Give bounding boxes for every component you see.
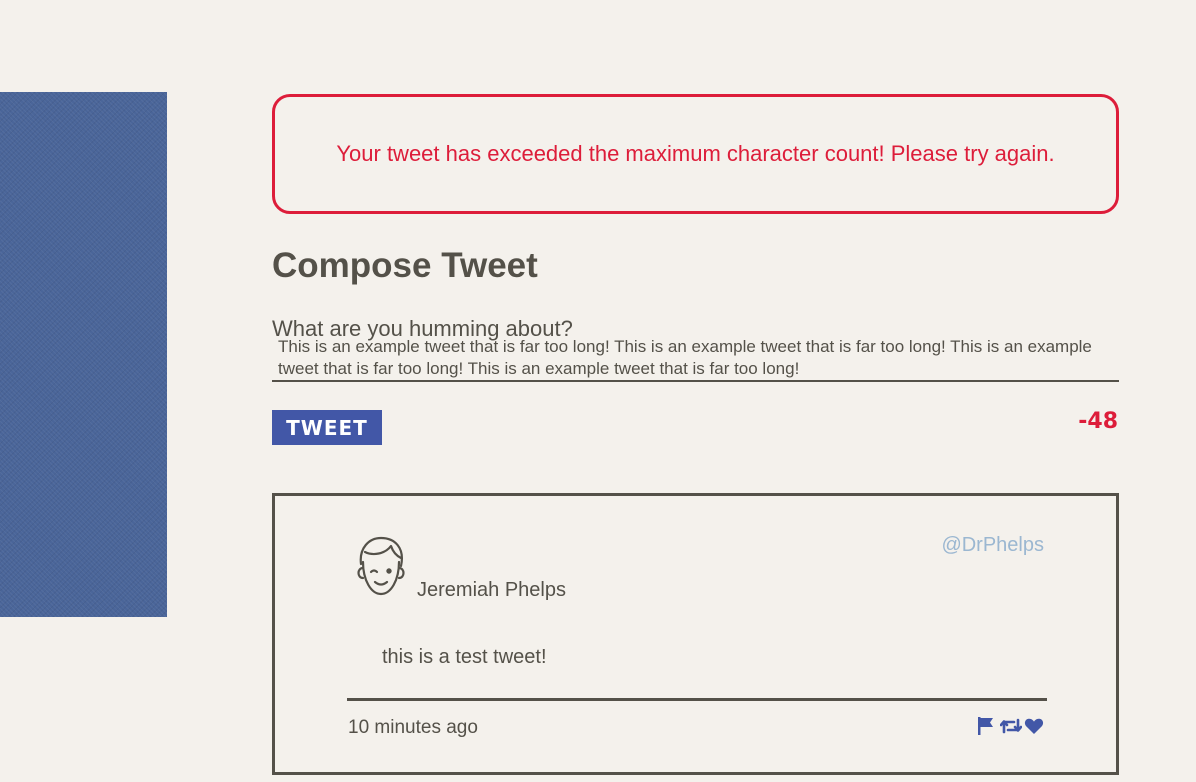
tweet-timestamp: 10 minutes ago <box>348 717 478 738</box>
tweet-divider <box>347 698 1047 701</box>
tweet-textarea[interactable]: This is an example tweet that is far too… <box>272 340 1119 382</box>
error-alert: Your tweet has exceeded the maximum char… <box>272 94 1119 214</box>
tweet-textarea-text: This is an example tweet that is far too… <box>278 340 1092 378</box>
character-counter: -48 <box>1078 409 1118 434</box>
sidebar-panel <box>0 92 167 617</box>
retweet-icon[interactable] <box>999 716 1023 736</box>
tweet-content: this is a test tweet! <box>382 646 547 668</box>
flag-icon[interactable] <box>976 716 996 736</box>
avatar-icon <box>351 534 411 598</box>
heart-icon[interactable] <box>1024 716 1044 736</box>
tweet-actions <box>976 716 1044 736</box>
tweet-card: Jeremiah Phelps @DrPhelps this is a test… <box>272 493 1119 775</box>
tweet-author-handle: @DrPhelps <box>941 534 1044 556</box>
compose-title: Compose Tweet <box>272 246 538 285</box>
tweet-button[interactable]: Tweet <box>272 410 382 445</box>
error-message: Your tweet has exceeded the maximum char… <box>336 141 1055 166</box>
tweet-input-label: What are you humming about? <box>272 316 573 341</box>
tweet-author-name: Jeremiah Phelps <box>417 579 566 601</box>
